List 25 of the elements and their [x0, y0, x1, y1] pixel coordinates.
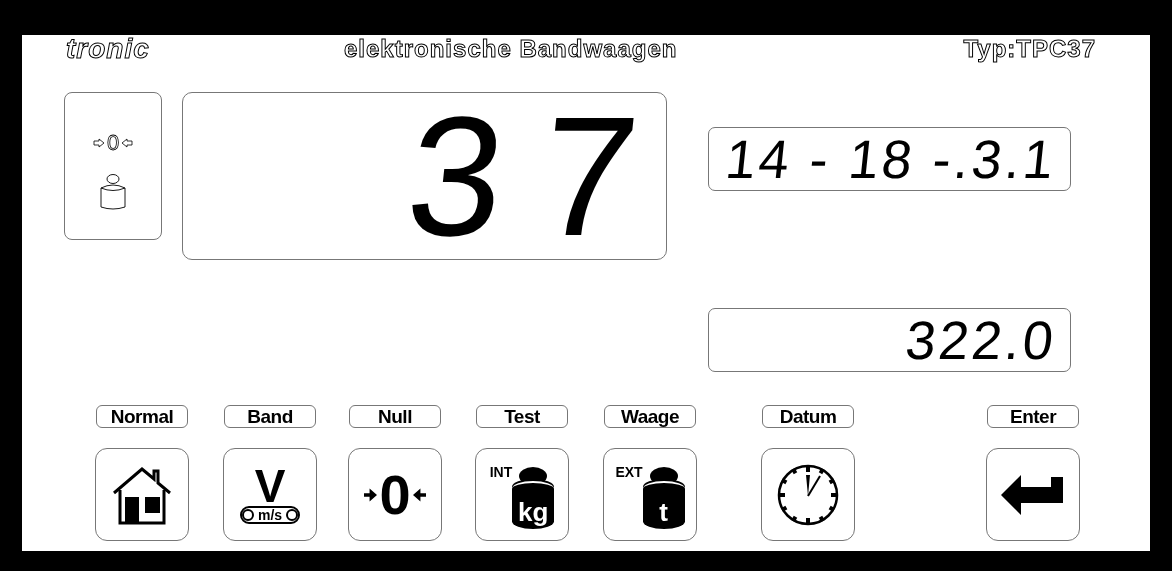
- enter-icon: [1001, 474, 1065, 515]
- key-label: Normal: [96, 405, 188, 428]
- zero-symbol: 0: [106, 131, 120, 155]
- keypad-button[interactable]: 0: [348, 448, 442, 541]
- model-label: Typ:TPC37: [963, 35, 1096, 63]
- key-label: Enter: [987, 405, 1079, 428]
- keypad-button[interactable]: EXT t: [603, 448, 697, 541]
- keypad-button[interactable]: [986, 448, 1080, 541]
- keypad-button[interactable]: [95, 448, 189, 541]
- info-reading: 14 - 18 -.3.1: [722, 129, 1060, 189]
- device-title: elektronische Bandwaagen: [344, 35, 678, 63]
- key-label: Test: [476, 405, 568, 428]
- weight-reading: 37: [399, 93, 666, 259]
- arrow-icon: [121, 138, 134, 148]
- total-reading: 322.0: [902, 310, 1060, 370]
- keypad-button[interactable]: INT kg: [475, 448, 569, 541]
- clock-icon: [776, 462, 840, 527]
- keypad-button[interactable]: V m/s: [223, 448, 317, 541]
- key-label: Waage: [604, 405, 696, 428]
- key-label: Datum: [762, 405, 854, 428]
- key-label: Null: [349, 405, 441, 428]
- arrow-icon: [92, 138, 105, 148]
- key-label: Band: [224, 405, 316, 428]
- keypad-button[interactable]: [761, 448, 855, 541]
- brand-name: tronic: [66, 35, 151, 63]
